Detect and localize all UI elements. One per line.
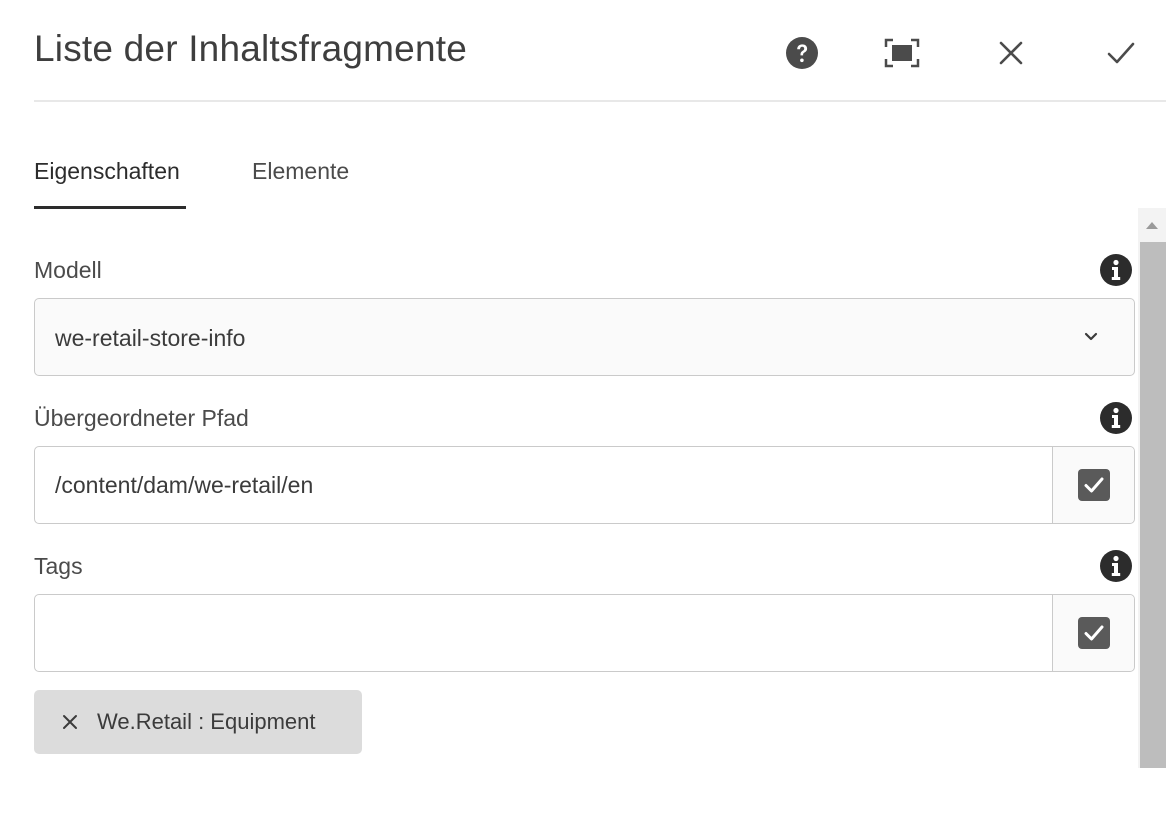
close-button[interactable] xyxy=(991,33,1031,73)
scrollbar-thumb[interactable] xyxy=(1140,242,1166,768)
chevron-down-icon xyxy=(1082,329,1100,345)
info-icon xyxy=(1100,550,1132,582)
tag-chip: We.Retail : Equipment xyxy=(34,690,362,754)
done-button[interactable] xyxy=(1101,33,1141,73)
tags-info-button[interactable] xyxy=(1098,548,1134,584)
model-select[interactable]: we-retail-store-info xyxy=(34,298,1135,376)
scroll-up-button[interactable] xyxy=(1143,218,1161,232)
scroll-up-arrow-icon xyxy=(1146,222,1158,229)
fullscreen-button[interactable] xyxy=(882,33,922,73)
help-circle-icon xyxy=(786,37,818,69)
tags-field xyxy=(34,594,1135,672)
parent-path-field xyxy=(34,446,1135,524)
active-tab-indicator xyxy=(34,206,186,209)
tab-eigenschaften[interactable]: Eigenschaften xyxy=(34,158,180,185)
tab-elemente[interactable]: Elemente xyxy=(252,158,349,185)
tags-input[interactable] xyxy=(35,595,1053,671)
select-checkbox-icon xyxy=(1077,469,1110,501)
model-select-value: we-retail-store-info xyxy=(55,325,246,351)
parent-path-label: Übergeordneter Pfad xyxy=(34,405,249,431)
info-icon xyxy=(1100,254,1132,286)
tag-remove-button[interactable] xyxy=(58,710,82,734)
fullscreen-icon xyxy=(884,38,920,68)
dialog-title: Liste der Inhaltsfragmente xyxy=(34,28,467,69)
dialog-header: Liste der Inhaltsfragmente xyxy=(0,0,1166,103)
info-icon xyxy=(1100,402,1132,434)
parent-path-info-button[interactable] xyxy=(1098,400,1134,436)
parent-path-picker-button[interactable] xyxy=(1053,447,1134,523)
checkmark-icon xyxy=(1107,42,1135,64)
tag-chip-label: We.Retail : Equipment xyxy=(97,709,316,734)
model-label: Modell xyxy=(34,257,102,283)
model-info-button[interactable] xyxy=(1098,252,1134,288)
help-button[interactable] xyxy=(782,33,822,73)
close-icon xyxy=(63,715,77,729)
tags-picker-button[interactable] xyxy=(1053,595,1134,671)
tags-label: Tags xyxy=(34,553,83,579)
parent-path-input[interactable] xyxy=(35,447,1053,523)
close-icon xyxy=(999,41,1023,65)
header-divider xyxy=(34,100,1166,102)
select-checkbox-icon xyxy=(1077,617,1110,649)
